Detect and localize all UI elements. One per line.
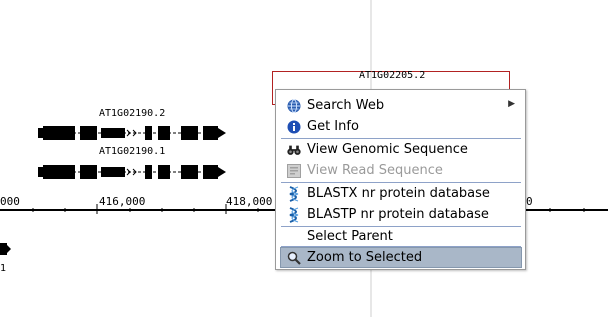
read-sequence-icon — [287, 163, 301, 178]
menu-item-label: Search Web — [307, 98, 385, 113]
menu-item-label: Select Parent — [307, 229, 393, 244]
menu-separator — [281, 246, 521, 247]
menu-item-label: View Read Sequence — [307, 163, 443, 178]
menu-item-label: View Genomic Sequence — [307, 142, 468, 157]
ruler-tick-label: 418,000 — [226, 195, 273, 208]
partial-gene-model — [0, 243, 11, 255]
gene-model-at1g02190-2 — [38, 126, 226, 140]
menu-item-search-web[interactable]: Search Web ▶ — [281, 96, 521, 115]
ruler-tick-label: 416,000 — [99, 195, 146, 208]
menu-item-label: Get Info — [307, 119, 359, 134]
dna-helix-icon — [287, 206, 301, 223]
magnifier-icon — [287, 251, 301, 265]
menu-item-view-genomic-sequence[interactable]: View Genomic Sequence — [281, 140, 521, 159]
menu-item-label: BLASTX nr protein database — [307, 186, 490, 201]
menu-item-select-parent[interactable]: Select Parent — [281, 227, 521, 246]
partial-gene-label: 1 — [0, 263, 7, 274]
menu-item-zoom-to-selected[interactable]: Zoom to Selected — [280, 247, 522, 268]
globe-icon — [287, 98, 301, 113]
binoculars-icon — [287, 143, 301, 157]
dna-helix-icon — [287, 185, 301, 202]
menu-item-view-read-sequence[interactable]: View Read Sequence — [281, 161, 521, 180]
menu-item-blastx[interactable]: BLASTX nr protein database — [281, 184, 521, 203]
submenu-arrow-icon: ▶ — [508, 99, 515, 109]
gene-model-at1g02190-1 — [38, 165, 226, 179]
menu-separator — [281, 138, 521, 139]
menu-item-get-info[interactable]: Get Info — [281, 117, 521, 136]
gene-label-at1g02190-2[interactable]: AT1G02190.2 — [99, 108, 165, 119]
gene-label-at1g02205-2[interactable]: AT1G02205.2 — [359, 70, 425, 81]
menu-item-label: Zoom to Selected — [307, 250, 423, 265]
menu-item-label: BLASTP nr protein database — [307, 207, 489, 222]
context-menu: Search Web ▶ Get Info View Genomic Seque… — [275, 89, 526, 270]
ruler-tick-label: 000 — [0, 195, 20, 208]
gene-label-at1g02190-1[interactable]: AT1G02190.1 — [99, 146, 165, 157]
menu-item-blastp[interactable]: BLASTP nr protein database — [281, 205, 521, 224]
ruler-tick-label: 0 — [526, 195, 533, 208]
info-icon — [287, 120, 301, 134]
menu-separator — [281, 182, 521, 183]
